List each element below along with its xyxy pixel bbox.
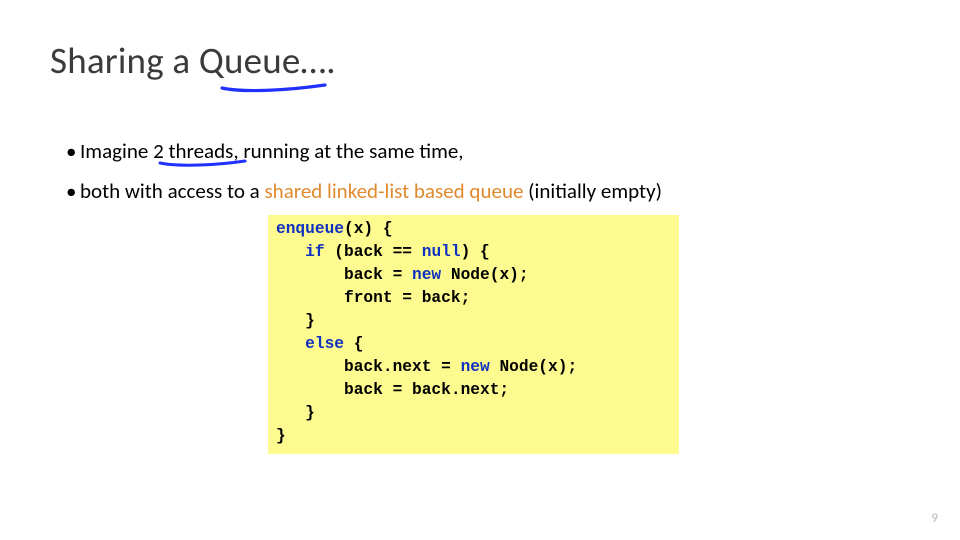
slide-title: Sharing a Queue…. — [50, 38, 336, 83]
slide: Sharing a Queue…. •Imagine 2 threads, ru… — [0, 0, 960, 540]
annotation-underline-queue — [220, 82, 330, 96]
code-text — [276, 243, 305, 261]
code-text: Node(x); — [441, 266, 528, 284]
bullet-2-text-c: (initially empty) — [523, 178, 662, 204]
code-kw-if: if — [305, 243, 324, 261]
code-text: (back == — [325, 243, 422, 261]
page-number: 9 — [931, 511, 938, 526]
code-text — [276, 335, 305, 353]
code-kw-enqueue: enqueue — [276, 220, 344, 238]
bullet-list: •Imagine 2 threads, running at the same … — [66, 132, 662, 212]
code-text: Node(x); — [490, 358, 577, 376]
bullet-1: •Imagine 2 threads, running at the same … — [66, 132, 662, 172]
bullet-2: •both with access to a shared linked-lis… — [66, 172, 662, 212]
bullet-1-text-c: , running at the same time, — [233, 138, 463, 164]
bullet-dot-icon: • — [66, 132, 80, 172]
code-kw-new: new — [461, 358, 490, 376]
code-text: } — [276, 427, 286, 445]
code-text: back = — [276, 266, 412, 284]
code-kw-else: else — [305, 335, 344, 353]
code-text: (x) { — [344, 220, 393, 238]
code-kw-null: null — [422, 243, 461, 261]
code-text: back = back.next; — [276, 381, 509, 399]
code-kw-new: new — [412, 266, 441, 284]
code-text: { — [344, 335, 363, 353]
bullet-2-text-a: both with access to a — [80, 178, 264, 204]
code-block: enqueue(x) { if (back == null) { back = … — [268, 215, 679, 454]
code-text: } — [276, 404, 315, 422]
bullet-2-highlight: shared linked-list based queue — [264, 178, 523, 204]
annotation-underline-threads — [158, 158, 248, 170]
code-text: ) { — [461, 243, 490, 261]
code-text: } — [276, 312, 315, 330]
code-text: back.next = — [276, 358, 461, 376]
bullet-dot-icon: • — [66, 172, 80, 212]
bullet-1-text-a: Imagine — [80, 138, 153, 164]
code-text: front = back; — [276, 289, 470, 307]
